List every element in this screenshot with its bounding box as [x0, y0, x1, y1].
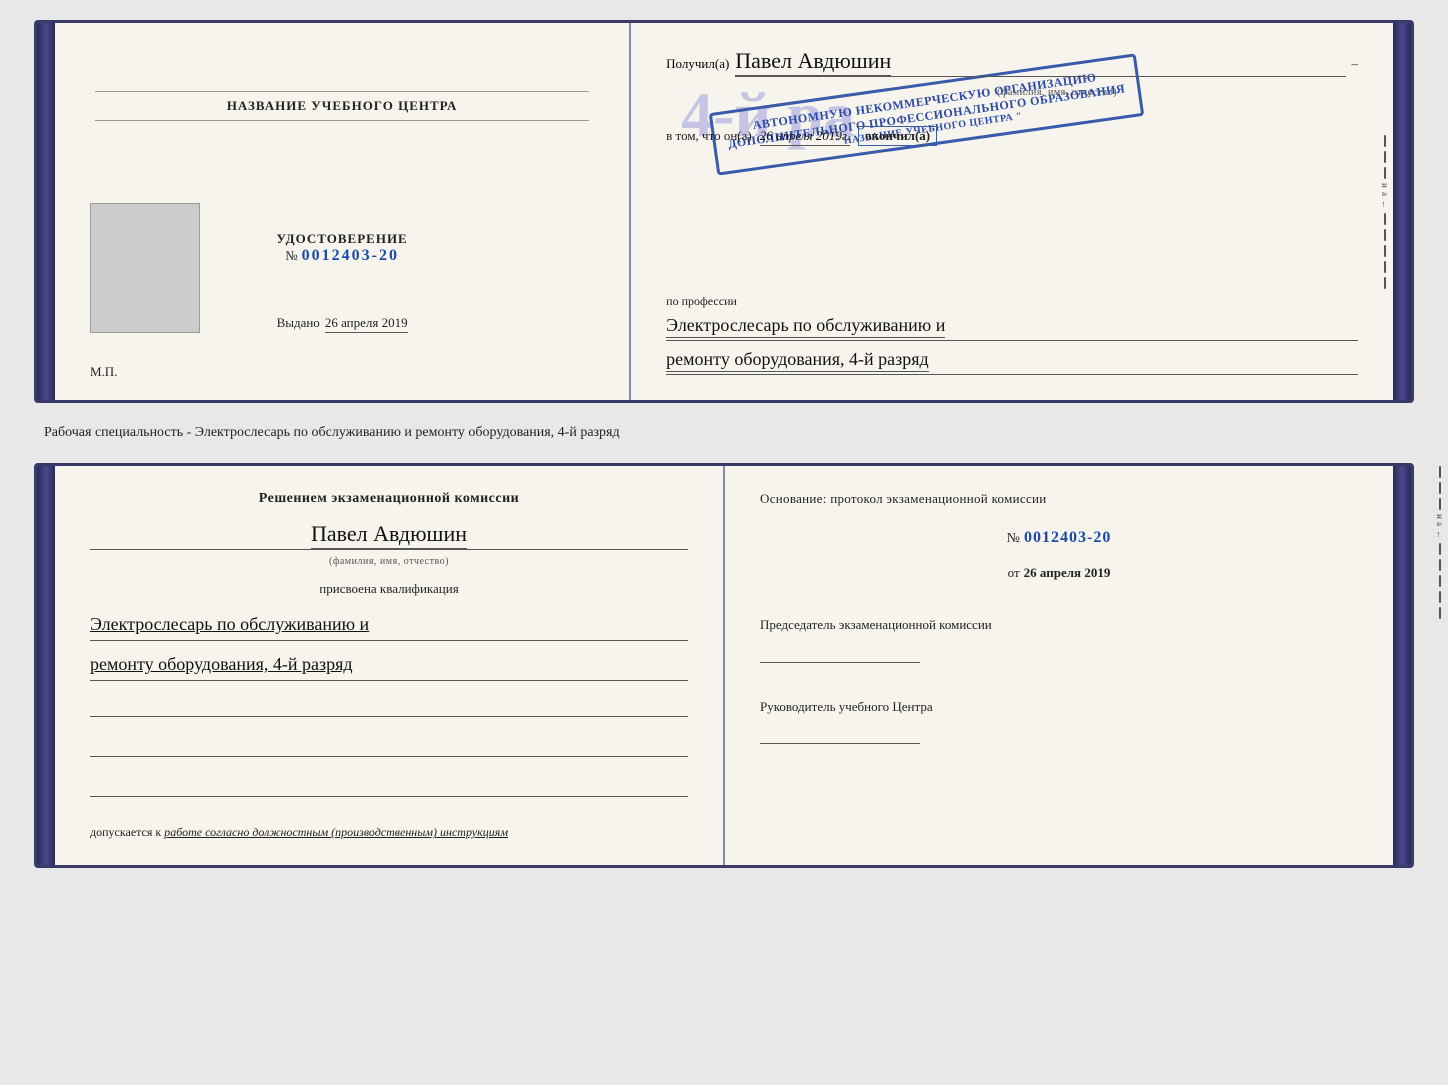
specialty-label: Рабочая специальность - Электрослесарь п… — [34, 421, 1414, 445]
edge-d5 — [1384, 229, 1386, 241]
dopuskaetsya-text: работе согласно должностным (производств… — [164, 825, 508, 839]
dopuskaetsya-block: допускается к работе согласно должностны… — [90, 825, 688, 840]
edge-d3 — [1384, 167, 1386, 179]
vtom-prefix: в том, что он(а) — [666, 128, 752, 144]
edge-letter-i: и — [1380, 183, 1390, 188]
profession-line2: ремонту оборудования, 4-й разряд — [666, 349, 929, 372]
osnov-title: Основание: протокол экзаменационной коми… — [760, 491, 1358, 507]
protocol-number: 0012403-20 — [1024, 529, 1111, 547]
prisvoena-label: присвоена квалификация — [90, 581, 688, 597]
date-prefix: от — [1008, 565, 1020, 581]
issued-label: Выдано — [277, 315, 320, 331]
bottom-spine-left — [37, 466, 55, 865]
edge-letter-a: а — [1380, 192, 1390, 196]
po-professii: по профессии — [666, 294, 1358, 309]
top-right-page: Получил(а) Павел Авдюшин – (фамилия, имя… — [631, 23, 1393, 400]
mp-label: М.П. — [90, 364, 117, 380]
specialty-text: Рабочая специальность - Электрослесарь п… — [44, 425, 620, 440]
cert-block: УДОСТОВЕРЕНИЕ № 0012403-20 — [276, 231, 407, 265]
blank-1 — [90, 699, 688, 717]
top-spread: НАЗВАНИЕ УЧЕБНОГО ЦЕНТРА УДОСТОВЕРЕНИЕ №… — [34, 20, 1414, 403]
komissia-name: Павел Авдюшин — [311, 521, 467, 549]
center-title-top: НАЗВАНИЕ УЧЕБНОГО ЦЕНТРА — [95, 91, 589, 121]
edge-d8 — [1384, 277, 1386, 289]
doc-spine-right — [1393, 23, 1411, 400]
komissia-title: Решением экзаменационной комиссии — [90, 491, 688, 507]
doc-spine-left — [37, 23, 55, 400]
issued-date: 26 апреля 2019 — [325, 315, 408, 333]
protocol-prefix: № — [1007, 531, 1020, 547]
komissia-sub: (фамилия, имя, отчество) — [90, 556, 688, 567]
okончил: окончил(а) — [858, 126, 937, 146]
cert-number-prefix: № — [285, 248, 297, 264]
edge-d7 — [1384, 261, 1386, 273]
cert-label: УДОСТОВЕРЕНИЕ — [276, 231, 407, 247]
dash-right: – — [1352, 56, 1359, 72]
edge-letter-arrow: ← — [1380, 200, 1390, 209]
bottom-spine-right — [1393, 466, 1411, 865]
photo-placeholder — [90, 203, 200, 333]
profession-block: по профессии Электрослесарь по обслужива… — [666, 294, 1358, 375]
recipient-label: Получил(а) — [666, 56, 729, 72]
rukov-label: Руководитель учебного Центра — [760, 697, 1358, 717]
chairman-label: Председатель экзаменационной комиссии — [760, 615, 1358, 635]
qual-line1: Электрослесарь по обслуживанию и — [90, 614, 369, 634]
edge-d4 — [1384, 213, 1386, 225]
dopuskaetsya-prefix: допускается к — [90, 825, 161, 839]
bottom-left-page: Решением экзаменационной комиссии Павел … — [55, 466, 725, 865]
rukov-sign — [760, 720, 920, 744]
blank-2 — [90, 739, 688, 757]
edge-d1 — [1384, 135, 1386, 147]
cert-number: 0012403-20 — [302, 247, 399, 265]
edge-d6 — [1384, 245, 1386, 257]
top-left-page: НАЗВАНИЕ УЧЕБНОГО ЦЕНТРА УДОСТОВЕРЕНИЕ №… — [55, 23, 631, 400]
qual-line2: ремонту оборудования, 4-й разряд — [90, 654, 353, 674]
date-value: 26 апреля 2019 — [1024, 565, 1111, 581]
blank-3 — [90, 779, 688, 797]
recipient-name: Павел Авдюшин — [735, 48, 891, 76]
edge-d2 — [1384, 151, 1386, 163]
bottom-spread: Решением экзаменационной комиссии Павел … — [34, 463, 1414, 868]
bottom-right-page: Основание: протокол экзаменационной коми… — [725, 466, 1393, 865]
profession-line1: Электрослесарь по обслуживанию и — [666, 315, 945, 338]
vtom-date: 26 апреля 2019г. — [760, 128, 850, 146]
chairman-sign — [760, 639, 920, 663]
